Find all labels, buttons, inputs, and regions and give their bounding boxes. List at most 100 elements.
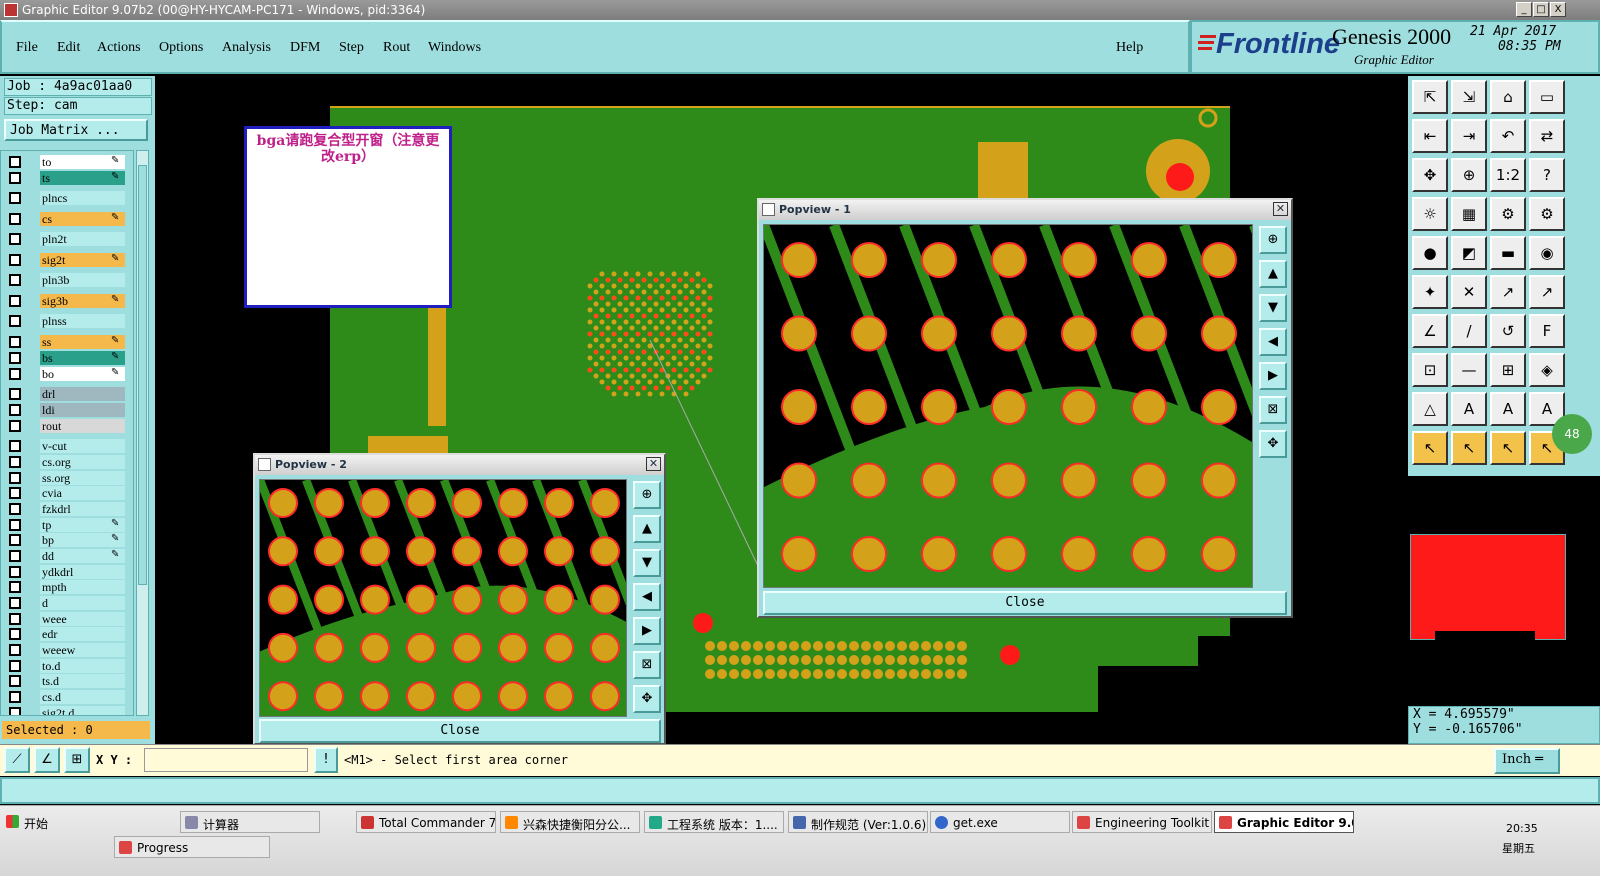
layer-name[interactable]: ts.d [40, 674, 125, 688]
layer-checkbox[interactable] [9, 192, 21, 204]
popview-2-window[interactable]: Popview - 2 ✕ ⊕ ▲ ▼ ◀ ▶ ⊠ ✥ Close [253, 453, 666, 745]
window-titlebar[interactable]: Graphic Editor 9.07b2 (00@HY-HYCAM-PC171… [0, 0, 1600, 20]
tool-window-icon[interactable]: ▭ [1529, 80, 1565, 114]
popview-2-close-button[interactable]: Close [259, 719, 661, 743]
minimize-button[interactable]: _ [1516, 2, 1532, 17]
popview-1-close-button[interactable]: Close [763, 591, 1287, 615]
popview-1-window[interactable]: Popview - 1 ✕ ⊕ ▲ ▼ ◀ ▶ ⊠ ✥ Close [757, 198, 1293, 618]
task-total-commander[interactable]: Total Commander 7.0... [356, 811, 496, 833]
tool-grid-icon[interactable]: ▦ [1451, 197, 1487, 231]
connection-badge[interactable]: 48 [1552, 414, 1592, 454]
tool-arrow-icon[interactable]: ↗ [1529, 275, 1565, 309]
layer-row[interactable]: ss.org [7, 471, 125, 485]
layer-row[interactable]: to.d [7, 659, 125, 673]
menu-file[interactable]: File [16, 40, 38, 56]
menu-edit[interactable]: Edit [57, 40, 80, 56]
layer-row[interactable]: dd ✎ [7, 549, 125, 563]
menu-step[interactable]: Step [339, 40, 364, 56]
popview-1-canvas[interactable] [763, 224, 1253, 588]
tool-box-icon[interactable]: ⊡ [1412, 353, 1448, 387]
clock-time[interactable]: 20:35 [1506, 822, 1538, 835]
tool-triangle-icon[interactable]: △ [1412, 392, 1448, 426]
task-engineering-system[interactable]: 工程系统 版本：1.... [644, 811, 784, 833]
layer-row[interactable]: ss ✎ [7, 335, 125, 349]
layer-checkbox[interactable] [9, 472, 21, 484]
tool-pan-left-icon[interactable]: ⇤ [1412, 119, 1448, 153]
layer-row[interactable]: v-cut [7, 439, 125, 453]
layer-row[interactable]: tp ✎ [7, 518, 125, 532]
close-button[interactable]: X [1550, 2, 1566, 17]
layer-name[interactable]: fzkdrl [40, 502, 125, 516]
layer-row[interactable]: to ✎ [7, 155, 125, 169]
layer-row[interactable]: bs ✎ [7, 351, 125, 365]
layer-row[interactable]: pln2t [7, 232, 125, 246]
popview-2-zoom-in-button[interactable]: ⊕ [633, 481, 661, 509]
maximize-button[interactable]: □ [1533, 2, 1549, 17]
layer-row[interactable]: mpth [7, 580, 125, 594]
menu-analysis[interactable]: Analysis [222, 40, 271, 56]
note-box[interactable]: bga请跑复合型开窗（注意更改erp） [244, 126, 452, 308]
layer-checkbox[interactable] [9, 440, 21, 452]
tool-dot-icon[interactable]: ● [1412, 236, 1448, 270]
layer-name[interactable]: cs.org [40, 455, 125, 469]
tool-home-icon[interactable]: ⇱ [1412, 80, 1448, 114]
job-matrix-button[interactable]: Job Matrix ... [4, 119, 148, 141]
layer-row[interactable]: pln3b [7, 273, 125, 287]
popview-2-canvas[interactable] [259, 479, 627, 717]
layer-row[interactable]: edr [7, 627, 125, 641]
layer-name[interactable]: weee [40, 612, 125, 626]
tool-snap-icon[interactable]: ☼ [1412, 197, 1448, 231]
layer-name[interactable]: cs.d [40, 690, 125, 704]
layer-checkbox[interactable] [9, 519, 21, 531]
layer-row[interactable]: sig2t ✎ [7, 253, 125, 267]
layer-row[interactable]: bp ✎ [7, 533, 125, 547]
tool-zoom-icon[interactable]: ⊕ [1451, 158, 1487, 192]
layer-row[interactable]: sig3b ✎ [7, 294, 125, 308]
task-browser[interactable]: 兴森快捷衡阳分公... [500, 811, 640, 833]
menu-rout[interactable]: Rout [383, 40, 410, 56]
layer-name[interactable]: edr [40, 627, 125, 641]
layer-name[interactable]: ydkdrl [40, 565, 125, 579]
tool-swap-icon[interactable]: ⇄ [1529, 119, 1565, 153]
snap-icon[interactable]: ⟋ [4, 747, 30, 773]
tool-scale-icon[interactable]: 1:2 [1490, 158, 1526, 192]
popview-1-pan-up-button[interactable]: ▲ [1259, 260, 1287, 288]
task-progress[interactable]: Progress [114, 836, 270, 858]
tool-text-icon[interactable]: A [1490, 392, 1526, 426]
popview-2-fit-button[interactable]: ⊠ [633, 651, 661, 679]
layer-checkbox[interactable] [9, 503, 21, 515]
layer-checkbox[interactable] [9, 534, 21, 546]
layer-row[interactable]: ldi [7, 403, 125, 417]
popview-2-pan-right-button[interactable]: ▶ [633, 617, 661, 645]
popview-2-pan-up-button[interactable]: ▲ [633, 515, 661, 543]
tool-pointer-icon[interactable]: ↖ [1412, 431, 1448, 465]
tool-record-icon[interactable]: ◉ [1529, 236, 1565, 270]
tool-font-icon[interactable]: F [1529, 314, 1565, 348]
tool-dash-icon[interactable]: — [1451, 353, 1487, 387]
tool-select-icon[interactable]: ◩ [1451, 236, 1487, 270]
tool-arrow-icon[interactable]: ↗ [1490, 275, 1526, 309]
tool-settings-icon[interactable]: ⚙ [1490, 197, 1526, 231]
layer-checkbox[interactable] [9, 581, 21, 593]
popview-2-pan-left-button[interactable]: ◀ [633, 583, 661, 611]
popview-1-pan-left-button[interactable]: ◀ [1259, 328, 1287, 356]
popview-1-fit-button[interactable]: ⊠ [1259, 396, 1287, 424]
layer-row[interactable]: fzkdrl [7, 502, 125, 516]
layer-name[interactable]: v-cut [40, 439, 125, 453]
tool-home-icon[interactable]: ⌂ [1490, 80, 1526, 114]
layer-row[interactable]: cs.org [7, 455, 125, 469]
units-selector[interactable]: Inch ═ [1494, 748, 1560, 774]
layer-row[interactable]: rout [7, 419, 125, 433]
layer-row[interactable]: plncs [7, 191, 125, 205]
layer-list-scrollbar[interactable] [136, 150, 149, 716]
task-engineering-toolkit[interactable]: Engineering Toolkit 9.... [1072, 811, 1212, 833]
layer-name[interactable]: drl [40, 387, 125, 401]
layer-checkbox[interactable] [9, 597, 21, 609]
layer-row[interactable]: bo ✎ [7, 367, 125, 381]
tool-pan-up-icon[interactable]: ⇲ [1451, 80, 1487, 114]
layer-name[interactable]: mpth [40, 580, 125, 594]
popview-1-close-x[interactable]: ✕ [1273, 202, 1288, 216]
popview-1-zoom-in-button[interactable]: ⊕ [1259, 226, 1287, 254]
layer-row[interactable]: ts ✎ [7, 171, 125, 185]
layer-name[interactable]: rout [40, 419, 125, 433]
